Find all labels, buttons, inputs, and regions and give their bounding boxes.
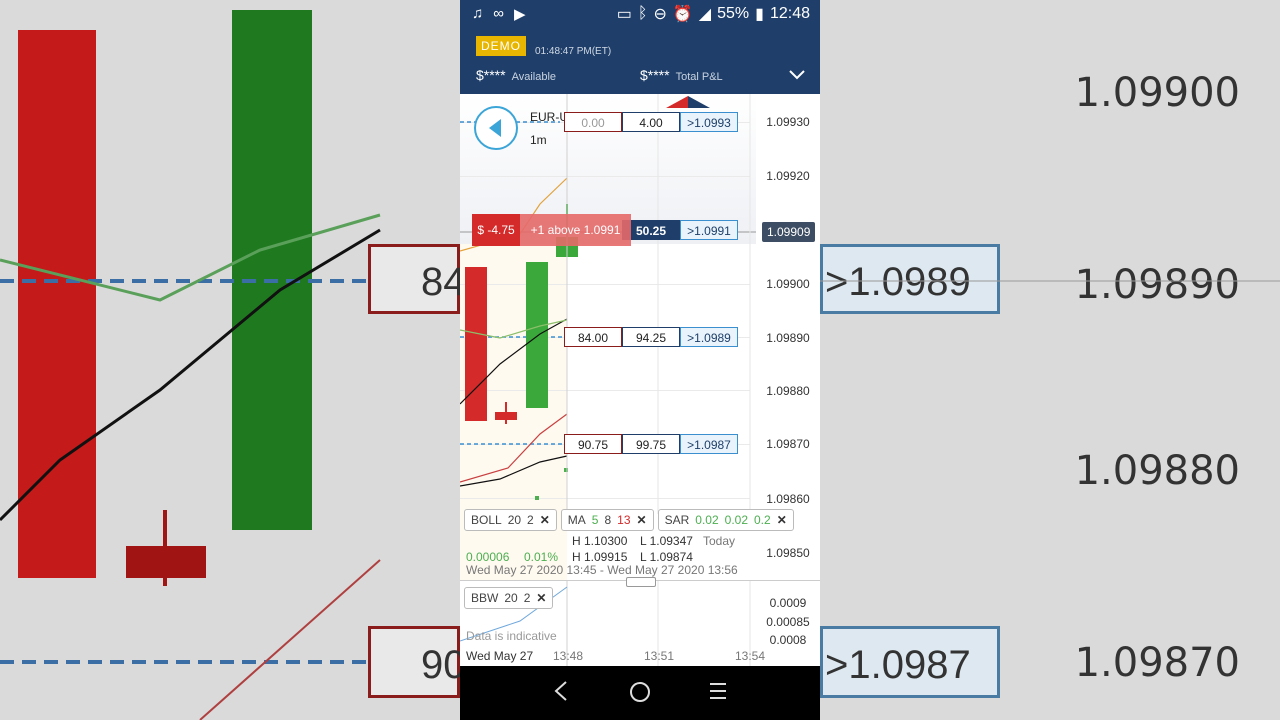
demo-badge: DEMO	[476, 36, 526, 56]
battery-icon: ▮	[755, 6, 764, 23]
position-pnl: $ -4.75	[472, 214, 520, 246]
bid-cell[interactable]: 90.75	[564, 434, 622, 454]
back-arrow-icon	[489, 119, 501, 137]
music-icon: ♫	[472, 5, 484, 22]
timeframe-label[interactable]: 1m	[530, 133, 547, 147]
status-bar: ♫ ∞ ▶ ▭ ᛒ ⊖ ⏰ ◢ 55% ▮ 12:48	[460, 0, 820, 28]
price-tick: 1.09880	[766, 384, 810, 398]
bid-cell[interactable]: 0.00	[564, 112, 622, 132]
sar-chip[interactable]: SAR 0.02 0.02 0.2 ✕	[657, 509, 794, 531]
price-chart[interactable]: EUR-USD (31-DEC-20) 1m 0.00 4.00 >1.0993…	[460, 94, 820, 644]
target-cell[interactable]: >1.0991	[680, 220, 738, 240]
account-header: DEMO 01:48:47 PM(ET) $**** Available $***…	[460, 28, 820, 94]
chevron-down-icon[interactable]	[788, 68, 806, 86]
total-pnl: $**** Total P&L	[640, 67, 723, 83]
close-icon[interactable]: ✕	[540, 513, 550, 527]
price-tick: 1.09900	[766, 277, 810, 291]
bbw-tick: 0.00085	[766, 615, 810, 629]
change-pct: 0.01%	[524, 550, 559, 564]
android-nav-bar	[460, 666, 820, 720]
low-range: L 1.09874	[640, 550, 693, 564]
ma-chip[interactable]: MA 5 8 13 ✕	[560, 509, 654, 531]
ladder-row-4[interactable]: 90.75 99.75 >1.0987	[564, 434, 738, 454]
price-tick: 1.09890	[766, 331, 810, 345]
bid-cell[interactable]: 84.00	[564, 327, 622, 347]
axis-time: 13:54	[735, 649, 766, 663]
axis-time: 13:51	[644, 649, 675, 663]
price-tick: 1.09870	[766, 437, 810, 451]
high-today: H 1.10300	[572, 534, 628, 548]
server-clock: 01:48:47 PM(ET)	[535, 46, 612, 57]
bbw-chip[interactable]: BBW 20 2 ✕	[464, 587, 554, 609]
status-time: 12:48	[769, 5, 810, 22]
nav-back-icon[interactable]	[552, 680, 570, 709]
nav-recents-icon[interactable]	[708, 680, 728, 709]
dnd-icon: ⊖	[653, 6, 667, 23]
offer-cell[interactable]: 94.25	[622, 327, 680, 347]
price-tick: 1.09920	[766, 169, 810, 183]
bluetooth-icon: ᛒ	[637, 5, 648, 22]
indicator-chips: BOLL 20 2 ✕ MA 5 8 13 ✕ SAR 0.02 0.02 0.…	[464, 509, 794, 531]
ladder-row-3[interactable]: 84.00 94.25 >1.0989	[564, 327, 738, 347]
price-tick: 1.09860	[766, 492, 810, 506]
back-button[interactable]	[474, 106, 518, 150]
alarm-icon: ⏰	[672, 6, 693, 23]
available-balance: $**** Available	[476, 67, 557, 83]
cast-icon: ▭	[616, 6, 632, 23]
position-description: +1 above 1.0991	[520, 214, 631, 246]
bbw-tick: 0.0008	[769, 633, 807, 647]
low-today: L 1.09347	[640, 534, 693, 548]
change-abs: 0.00006	[466, 550, 510, 564]
background-lines-right	[820, 280, 1280, 282]
target-cell[interactable]: >1.0993	[680, 112, 738, 132]
phone-screen: ♫ ∞ ▶ ▭ ᛒ ⊖ ⏰ ◢ 55% ▮ 12:48 DEMO 01:48:4…	[460, 0, 820, 720]
boll-chip[interactable]: BOLL 20 2 ✕	[464, 509, 557, 531]
date-range: Wed May 27 2020 13:45 - Wed May 27 2020 …	[466, 563, 738, 577]
price-tick: 1.09850	[766, 546, 810, 560]
ladder-row-1[interactable]: 0.00 4.00 >1.0993	[564, 112, 738, 132]
offer-cell[interactable]: 4.00	[622, 112, 680, 132]
target-cell[interactable]: >1.0987	[680, 434, 738, 454]
target-cell[interactable]: >1.0989	[680, 327, 738, 347]
current-price-label: 1.09909	[762, 222, 816, 242]
bbw-panel[interactable]: BBW 20 2 ✕ 0.0009 0.00085 0.0008 Data is…	[460, 577, 820, 667]
indicative-note: Data is indicative	[466, 629, 557, 643]
bbw-tick: 0.0009	[769, 596, 807, 610]
offer-cell[interactable]: 99.75	[622, 434, 680, 454]
high-range: H 1.09915	[572, 550, 628, 564]
close-icon[interactable]: ✕	[637, 513, 647, 527]
close-icon[interactable]: ✕	[777, 513, 787, 527]
video-icon: ▶	[513, 6, 526, 23]
axis-date: Wed May 27	[466, 649, 534, 663]
close-icon[interactable]: ✕	[536, 591, 546, 605]
voicemail-icon: ∞	[493, 5, 504, 22]
price-tick: 1.09930	[766, 115, 810, 129]
open-position[interactable]: $ -4.75 +1 above 1.0991	[472, 214, 631, 246]
period-label: Today	[703, 534, 736, 548]
battery-percent: 55%	[717, 5, 750, 22]
nav-home-icon[interactable]	[628, 680, 652, 711]
axis-time: 13:48	[553, 649, 584, 663]
background-lines	[0, 213, 381, 720]
signal-icon: ◢	[698, 6, 712, 23]
